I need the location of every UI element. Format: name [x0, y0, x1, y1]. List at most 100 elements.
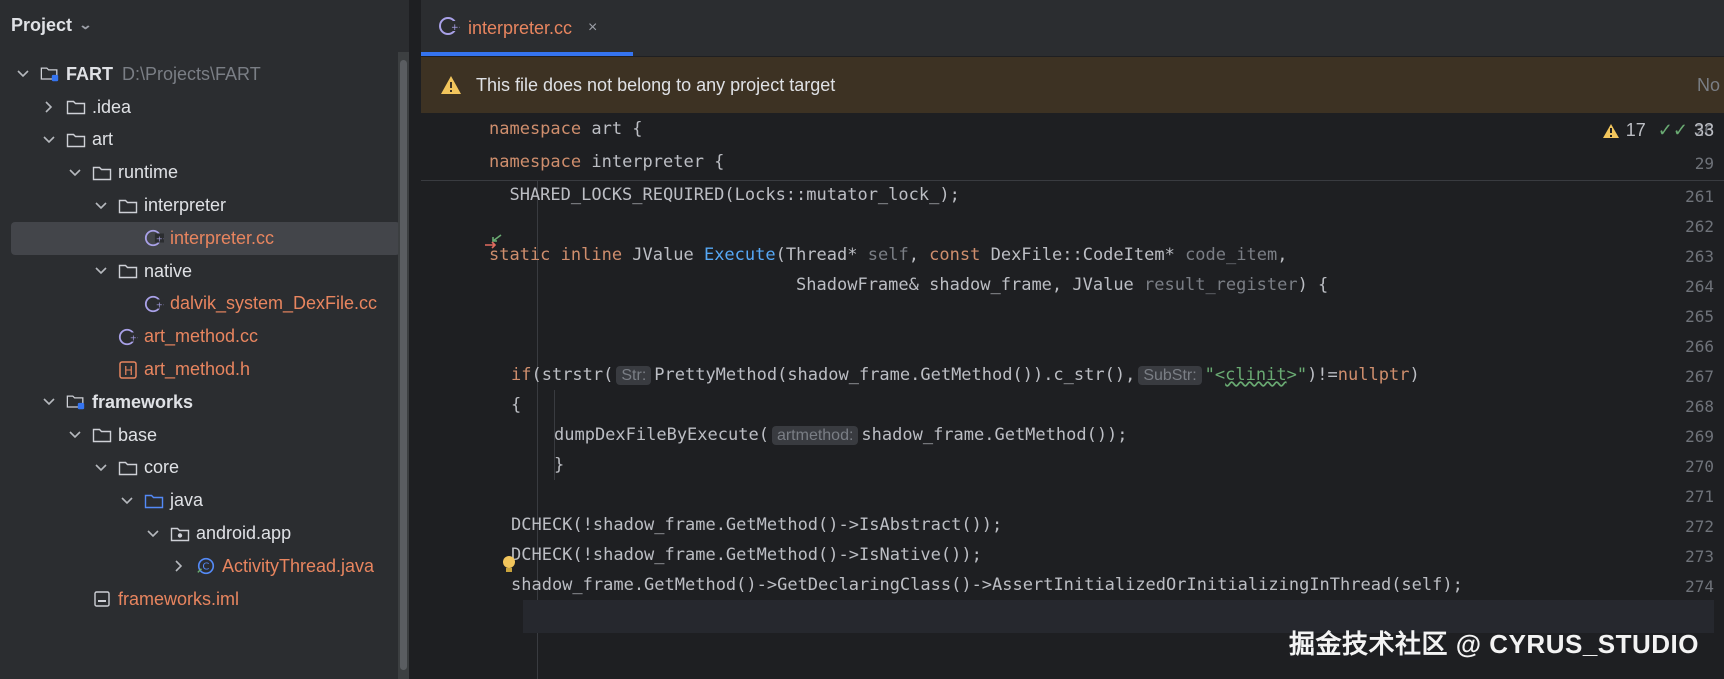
tree-item-label: dalvik_system_DexFile.cc: [170, 293, 378, 314]
tree-item[interactable]: frameworks.iml: [0, 583, 400, 616]
chevron-down-icon[interactable]: [144, 529, 162, 538]
line-number: 264: [1685, 277, 1714, 296]
tree-item-label: art_method.cc: [144, 326, 259, 347]
chevron-down-icon[interactable]: [118, 497, 136, 505]
tree-item-path: D:\Projects\FART: [122, 63, 261, 84]
chevron-right-icon[interactable]: [170, 560, 188, 572]
code-line: {: [511, 395, 522, 415]
chevron-down-icon[interactable]: [66, 169, 84, 177]
cpp-file-icon: ++: [144, 295, 164, 313]
folder-icon: [66, 98, 86, 116]
folder-icon: [92, 164, 112, 182]
chevron-down-icon[interactable]: [92, 464, 110, 472]
line-number: 272: [1685, 517, 1714, 536]
line-number: 269: [1685, 427, 1714, 446]
tree-item[interactable]: FART D:\Projects\FART: [0, 58, 400, 91]
tree-item[interactable]: .idea: [0, 91, 400, 124]
svg-text:++: ++: [130, 332, 138, 342]
svg-text:++: ++: [156, 234, 164, 244]
warning-count: 17: [1625, 120, 1646, 140]
tree-item[interactable]: Hart_method.h: [0, 353, 400, 386]
tree-item[interactable]: core: [0, 452, 400, 485]
code-line: ShadowFrame& shadow_frame, JValue result…: [489, 275, 1329, 295]
tree-item[interactable]: java: [0, 484, 400, 517]
tree-item[interactable]: android.app: [0, 517, 400, 550]
tab-label: interpreter.cc: [468, 17, 573, 38]
tree-item[interactable]: ++ art_method.cc: [0, 320, 400, 353]
tab-interpreter-cc[interactable]: ++ interpreter.cc ×: [421, 0, 633, 56]
chevron-down-icon[interactable]: [92, 202, 110, 210]
svg-text:++: ++: [156, 300, 164, 310]
tree-item-label: base: [118, 424, 158, 445]
project-sidebar: Project ⌄ FART D:\Projects\FART .idea art ru…: [0, 0, 410, 679]
header-file-icon: H: [118, 360, 138, 379]
close-icon[interactable]: ×: [588, 19, 597, 37]
tree-item-label: frameworks.iml: [118, 588, 240, 609]
code-text: art {: [581, 119, 643, 139]
chevron-down-icon[interactable]: [66, 431, 84, 439]
svg-text:H: H: [124, 364, 133, 378]
folder-icon: [66, 131, 86, 149]
tree-item-label: java: [170, 490, 204, 511]
iml-file-icon: [92, 590, 112, 608]
code-line: DCHECK(!shadow_frame.GetMethod()->IsNati…: [511, 545, 982, 565]
sidebar-title: Project: [11, 14, 73, 35]
parameter-hint: Str:: [616, 366, 652, 385]
line-number: 261: [1685, 187, 1714, 206]
line-number: 274: [1685, 577, 1714, 596]
folder-icon: [92, 426, 112, 444]
tree-item[interactable]: art: [0, 124, 400, 157]
tree-item[interactable]: ++ interpreter.cc: [11, 221, 400, 255]
code-line: if(strstr(Str: PrettyMethod(shadow_frame.…: [511, 365, 1420, 385]
project-tree: FART D:\Projects\FART .idea art runtime inter…: [0, 64, 400, 616]
chevron-right-icon[interactable]: [40, 101, 58, 113]
tree-item[interactable]: base: [0, 419, 400, 452]
parameter-hint: artmethod:: [771, 426, 859, 445]
line-number: 262: [1685, 217, 1714, 236]
tree-item[interactable]: frameworks: [0, 386, 400, 419]
code-line: DCHECK(!shadow_frame.GetMethod()->IsAbst…: [511, 515, 1003, 535]
editor-tabs: ++ interpreter.cc ×: [421, 0, 1724, 57]
chevron-down-icon[interactable]: [14, 70, 32, 78]
chevron-down-icon[interactable]: [40, 136, 58, 144]
tree-item[interactable]: native: [0, 255, 400, 288]
svg-text:++: ++: [451, 23, 460, 33]
tree-item[interactable]: interpreter: [0, 189, 400, 222]
line-number: 263: [1685, 247, 1714, 266]
line-number: 273: [1685, 547, 1714, 566]
tree-item-label: core: [144, 457, 180, 478]
tree-item[interactable]: C ActivityThread.java: [0, 550, 400, 583]
tree-item-label: frameworks: [92, 391, 194, 412]
keyword: namespace: [489, 152, 582, 172]
code-line: static inline JValue Execute(Thread* sel…: [489, 245, 1288, 265]
sidebar-scrollbar[interactable]: [398, 52, 409, 679]
folder-icon: [118, 262, 138, 280]
tree-item-label: native: [144, 260, 193, 281]
tree-item[interactable]: ++ dalvik_system_DexFile.cc: [0, 288, 400, 321]
cpp-file-icon: ++: [438, 15, 466, 42]
folder-icon: [118, 197, 138, 215]
lightbulb-icon[interactable]: [501, 555, 517, 575]
line-number: 268: [1685, 397, 1714, 416]
watermark: 掘金技术社区 @ CYRUS_STUDIO: [1289, 629, 1699, 659]
source-folder-icon: [144, 492, 164, 510]
banner-action-link[interactable]: No: [1697, 75, 1720, 96]
chevron-down-icon[interactable]: [92, 267, 110, 275]
inspection-indicators[interactable]: 17 ✓✓ 33: [1602, 114, 1714, 147]
line-number: 29: [1694, 154, 1714, 173]
code-text: interpreter {: [581, 152, 725, 172]
code-line: SHARED_LOCKS_REQUIRED(Locks::mutator_loc…: [489, 185, 960, 205]
warning-icon: [441, 76, 461, 94]
chevron-down-icon[interactable]: [40, 398, 58, 406]
code-line: dumpDexFileByExecute(artmethod: shadow_fr…: [554, 425, 1128, 445]
module-folder-icon: [40, 65, 60, 83]
folder-icon: [118, 459, 138, 477]
line-number: 266: [1685, 337, 1714, 356]
line-number: 271: [1685, 487, 1714, 506]
tree-item-label: art: [92, 129, 114, 150]
tree-item[interactable]: runtime: [0, 156, 400, 189]
project-target-warning-banner: This file does not belong to any project…: [421, 57, 1724, 114]
code-editor[interactable]: 26 29 namespace art { namespace interpre…: [421, 114, 1724, 679]
module-folder-icon: [66, 393, 86, 411]
project-view-selector[interactable]: Project ⌄: [0, 0, 409, 50]
